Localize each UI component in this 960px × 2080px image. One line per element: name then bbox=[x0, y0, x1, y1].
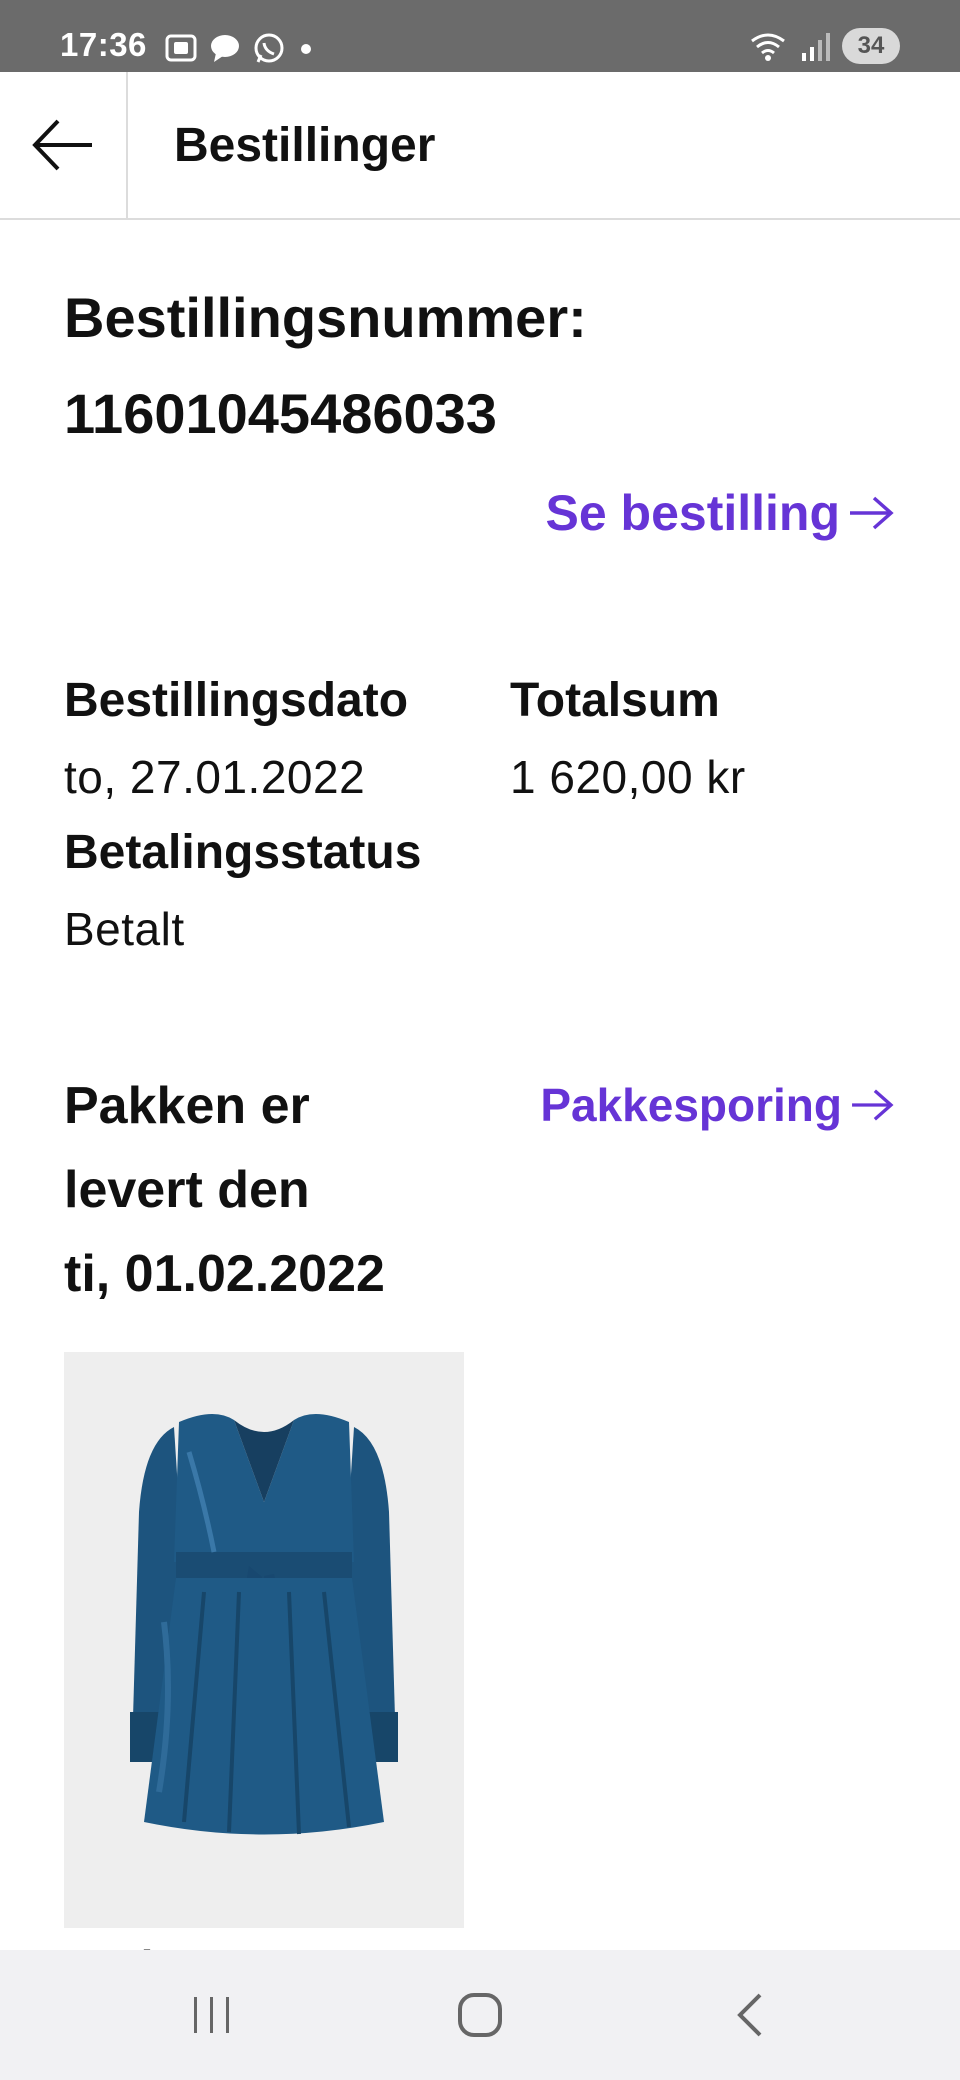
signal-icon bbox=[802, 33, 830, 61]
app-header: Bestillinger bbox=[0, 72, 960, 220]
back-button[interactable] bbox=[0, 72, 128, 218]
see-order-label: Se bestilling bbox=[545, 485, 840, 541]
order-date-label: Bestillingsdato bbox=[64, 674, 409, 727]
home-button[interactable] bbox=[440, 1950, 520, 2080]
order-date: to, 27.01.2022 bbox=[64, 751, 366, 803]
status-bar: 17:36 34 bbox=[0, 0, 960, 72]
back-icon bbox=[737, 1993, 762, 2037]
status-time: 17:36 bbox=[60, 26, 147, 63]
tracking-label: Pakkesporing bbox=[540, 1079, 842, 1131]
delivery-line-2: levert den bbox=[64, 1161, 310, 1219]
order-number-label: Bestillingsnummer: bbox=[64, 286, 587, 349]
wifi-icon bbox=[751, 33, 785, 61]
payment-status: Betalt bbox=[64, 903, 185, 955]
notification-icons bbox=[164, 30, 316, 66]
screenshot-icon bbox=[165, 34, 197, 62]
whatsapp-icon bbox=[254, 33, 284, 63]
chat-bubble-icon bbox=[211, 35, 239, 62]
product-image[interactable] bbox=[64, 1352, 464, 1928]
tracking-link[interactable]: Pakkesporing bbox=[540, 1078, 896, 1132]
arrow-right-icon bbox=[850, 496, 894, 530]
total-label: Totalsum bbox=[510, 674, 720, 727]
system-icons: 34 bbox=[748, 28, 900, 64]
system-nav-bar bbox=[0, 1950, 960, 2080]
recent-apps-button[interactable] bbox=[172, 1950, 252, 2080]
see-order-link[interactable]: Se bestilling bbox=[545, 488, 896, 538]
nav-back-button[interactable] bbox=[710, 1950, 790, 2080]
total-value: 1 620,00 kr bbox=[510, 751, 746, 803]
page-title: Bestillinger bbox=[174, 119, 436, 172]
payment-status-label: Betalingsstatus bbox=[64, 826, 422, 879]
arrow-left-icon bbox=[32, 119, 92, 171]
delivery-line-1: Pakken er bbox=[64, 1077, 310, 1135]
dot-icon bbox=[301, 44, 311, 54]
battery-icon: 34 bbox=[842, 28, 900, 64]
blue-wrap-dress-image bbox=[64, 1352, 464, 1928]
arrow-right-icon bbox=[852, 1089, 894, 1121]
delivery-date: ti, 01.02.2022 bbox=[64, 1245, 385, 1303]
home-icon bbox=[458, 1993, 502, 2037]
delivery-status: Pakken er levert den ti, 01.02.2022 bbox=[64, 1064, 484, 1316]
recent-apps-icon bbox=[194, 1997, 229, 2033]
order-number: 11601045486033 bbox=[64, 382, 497, 445]
